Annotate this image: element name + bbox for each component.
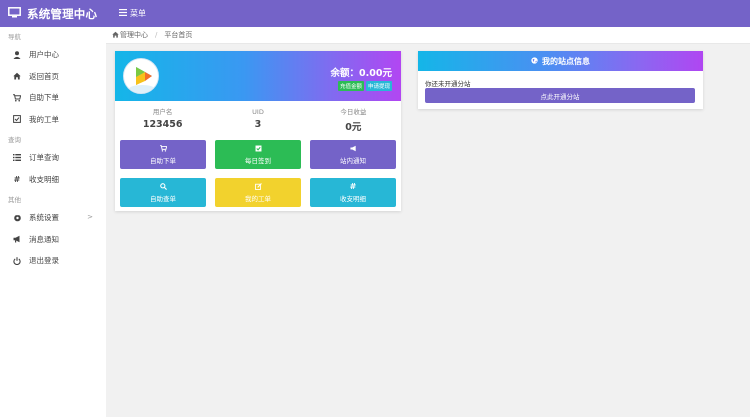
stat-today-income: 今日收益 0元 xyxy=(306,107,401,135)
stat-username: 用户名 123456 xyxy=(115,107,210,135)
stat-value: 123456 xyxy=(142,119,183,130)
edit-icon xyxy=(254,183,262,191)
list-icon xyxy=(11,154,23,162)
site-notice-button[interactable]: 站内通知 xyxy=(310,140,396,169)
button-label: 自助查单 xyxy=(150,194,176,203)
brand[interactable]: 系统管理中心 xyxy=(8,0,97,27)
sidebar-item-transactions[interactable]: # 收支明细 xyxy=(0,169,106,191)
user-avatar-logo xyxy=(123,58,159,94)
breadcrumb-home-link[interactable]: 管理中心 xyxy=(120,30,148,40)
stat-label: 用户名 xyxy=(152,108,173,116)
sidebar-item-user-center[interactable]: 用户中心 xyxy=(0,44,106,66)
checkbox-icon xyxy=(255,145,262,153)
sidebar-item-label: 自助下单 xyxy=(29,93,59,103)
button-label: 收支明细 xyxy=(340,194,366,203)
balance-actions: 充值金额 申请提现 xyxy=(337,81,392,91)
stat-value: 3 xyxy=(254,119,262,130)
menu-toggle-button[interactable]: 菜单 xyxy=(119,0,146,27)
sidebar-item-order-query[interactable]: 订单查询 xyxy=(0,147,106,169)
button-label: 每日签到 xyxy=(245,156,271,165)
top-bar: 系统管理中心 菜单 xyxy=(0,0,750,27)
sidebar-item-label: 用户中心 xyxy=(29,50,59,60)
sidebar-section-other: 其他 xyxy=(8,196,21,204)
sidebar-item-label: 退出登录 xyxy=(29,256,59,266)
globe-icon xyxy=(531,56,538,66)
sidebar-item-home[interactable]: 返回首页 xyxy=(0,66,106,88)
user-banner: 余额：0.00元 充值金额 申请提现 xyxy=(115,51,401,101)
button-label: 我的工单 xyxy=(245,194,271,203)
sidebar-item-label: 消息通知 xyxy=(29,234,59,244)
sidebar-item-label: 返回首页 xyxy=(29,71,59,81)
sidebar-item-logout[interactable]: 退出登录 xyxy=(0,250,106,272)
my-tickets-button[interactable]: 我的工单 xyxy=(215,178,301,207)
transactions-button[interactable]: # 收支明细 xyxy=(310,178,396,207)
home-icon xyxy=(11,72,23,80)
brand-title: 系统管理中心 xyxy=(27,6,98,21)
hash-icon: # xyxy=(349,182,357,191)
sidebar-item-label: 订单查询 xyxy=(29,153,59,163)
stat-label: UID xyxy=(252,108,264,116)
stat-uid: UID 3 xyxy=(210,107,305,135)
sidebar-section-nav: 导航 xyxy=(8,33,21,41)
breadcrumb-current: 平台首页 xyxy=(164,31,193,39)
site-card-title: 我的站点信息 xyxy=(542,56,590,66)
cart-icon xyxy=(11,94,23,102)
checkbox-icon xyxy=(11,115,23,124)
recharge-button[interactable]: 充值金额 xyxy=(337,81,364,91)
site-info-card: 我的站点信息 你还未开通分站 点此开通分站 xyxy=(418,51,703,109)
home-icon xyxy=(112,31,119,40)
hamburger-icon xyxy=(119,9,127,18)
search-icon xyxy=(159,183,167,191)
self-order-button[interactable]: 自助下单 xyxy=(120,140,206,169)
stat-value: 0元 xyxy=(345,122,362,133)
monitor-icon xyxy=(8,7,21,20)
user-stats: 用户名 123456 UID 3 今日收益 0元 xyxy=(115,107,401,135)
site-status-message: 你还未开通分站 xyxy=(425,80,471,88)
bullhorn-icon xyxy=(349,145,357,153)
daily-checkin-button[interactable]: 每日签到 xyxy=(215,140,301,169)
withdraw-button[interactable]: 申请提现 xyxy=(365,81,392,91)
menu-label: 菜单 xyxy=(130,9,146,18)
sidebar-item-self-order[interactable]: 自助下单 xyxy=(0,87,106,109)
sidebar: 导航 用户中心 返回首页 自助下单 我的工单 查询 订单查询 # 收支明细 其他… xyxy=(0,27,106,417)
site-card-header: 我的站点信息 xyxy=(418,51,703,71)
sidebar-item-notifications[interactable]: 消息通知 xyxy=(0,229,106,251)
breadcrumb: 管理中心 / 平台首页 xyxy=(106,27,750,44)
sidebar-item-label: 收支明细 xyxy=(29,174,59,184)
sidebar-section-query: 查询 xyxy=(8,136,21,144)
sidebar-item-my-tickets[interactable]: 我的工单 xyxy=(0,109,106,131)
order-query-button[interactable]: 自助查单 xyxy=(120,178,206,207)
stat-label: 今日收益 xyxy=(340,108,367,116)
open-substation-button[interactable]: 点此开通分站 xyxy=(425,88,695,103)
user-icon xyxy=(11,51,23,59)
button-label: 自助下单 xyxy=(150,156,176,165)
settings-icon xyxy=(11,213,23,222)
cart-icon xyxy=(159,145,167,153)
balance-text: 余额：0.00元 xyxy=(330,68,392,79)
hash-icon: # xyxy=(13,174,21,184)
sidebar-item-label: 系统设置 xyxy=(29,213,59,223)
button-label: 站内通知 xyxy=(340,156,366,165)
power-icon xyxy=(11,256,23,265)
sidebar-item-settings[interactable]: 系统设置 > xyxy=(0,207,106,229)
chevron-right-icon: > xyxy=(87,213,93,221)
user-info-card: 余额：0.00元 充值金额 申请提现 用户名 123456 UID 3 今日收益… xyxy=(115,51,401,211)
bullhorn-icon xyxy=(11,235,23,243)
sidebar-item-label: 我的工单 xyxy=(29,114,59,124)
breadcrumb-separator: / xyxy=(155,31,158,39)
